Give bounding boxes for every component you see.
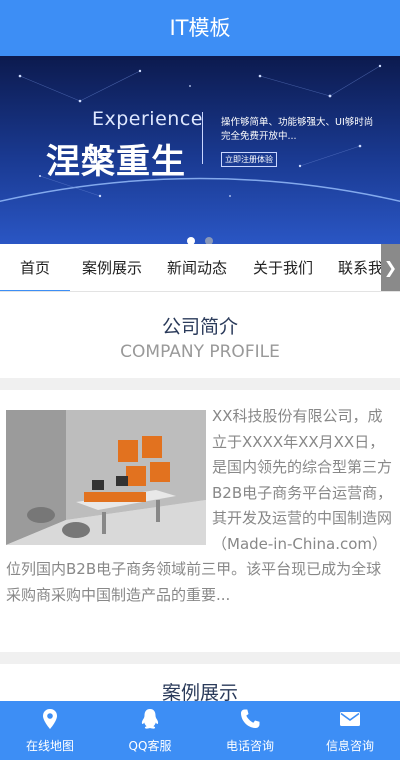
banner-headline: 涅槃重生 bbox=[46, 142, 186, 182]
banner-subtitle: Experience bbox=[92, 108, 203, 130]
phone-icon bbox=[241, 709, 260, 728]
page-title: IT模板 bbox=[169, 16, 231, 40]
phone-button[interactable]: 电话咨询 bbox=[200, 701, 300, 760]
qq-service-button[interactable]: QQ客服 bbox=[100, 701, 200, 760]
company-title-cn: 公司简介 bbox=[161, 316, 238, 338]
nav-item-about[interactable]: 关于我们 bbox=[240, 244, 326, 291]
map-pin-icon bbox=[43, 709, 57, 729]
nav-item-cases[interactable]: 案例展示 bbox=[70, 244, 154, 291]
header-bar: IT模板 bbox=[0, 0, 400, 56]
message-label: 信息咨询 bbox=[325, 739, 374, 753]
carousel-dot-1[interactable] bbox=[187, 237, 196, 244]
phone-label: 电话咨询 bbox=[225, 739, 274, 753]
carousel-dot-2[interactable] bbox=[204, 237, 213, 244]
map-label: 在线地图 bbox=[25, 739, 74, 753]
qq-label: QQ客服 bbox=[128, 739, 172, 753]
company-intro: XX科技股份有限公司，成立于XXXX年XX月XX日，是国内领先的综合型第三方B2… bbox=[0, 390, 400, 652]
message-button[interactable]: 信息咨询 bbox=[300, 701, 400, 760]
page: IT模板 Experience 涅槃重生 操作够简单、功能够强大、UI够时尚完全… bbox=[0, 0, 400, 760]
hero-banner[interactable]: Experience 涅槃重生 操作够简单、功能够强大、UI够时尚完全免费开放中… bbox=[0, 56, 400, 244]
carousel-indicators bbox=[0, 230, 400, 244]
banner-divider bbox=[202, 112, 203, 164]
map-button[interactable]: 在线地图 bbox=[0, 701, 100, 760]
banner-description: 操作够简单、功能够强大、UI够时尚完全免费开放中... bbox=[221, 117, 374, 142]
qq-penguin-icon bbox=[141, 709, 159, 729]
company-title-en: COMPANY PROFILE bbox=[120, 342, 280, 362]
register-button[interactable]: 立即注册体验 bbox=[221, 152, 277, 167]
nav-item-news[interactable]: 新闻动态 bbox=[154, 244, 240, 291]
nav-item-home[interactable]: 首页 bbox=[0, 244, 70, 291]
bottom-action-bar: 在线地图 QQ客服 电话咨询 信息咨询 bbox=[0, 701, 400, 760]
category-nav: 首页 案例展示 新闻动态 关于我们 联系我们 ❯ bbox=[0, 244, 400, 292]
mail-icon bbox=[340, 712, 360, 726]
company-profile-header: 公司简介 COMPANY PROFILE bbox=[0, 292, 400, 378]
company-description: XX科技股份有限公司，成立于XXXX年XX月XX日，是国内领先的综合型第三方B2… bbox=[6, 404, 396, 608]
nav-scroll-right-button[interactable]: ❯ bbox=[381, 244, 400, 291]
